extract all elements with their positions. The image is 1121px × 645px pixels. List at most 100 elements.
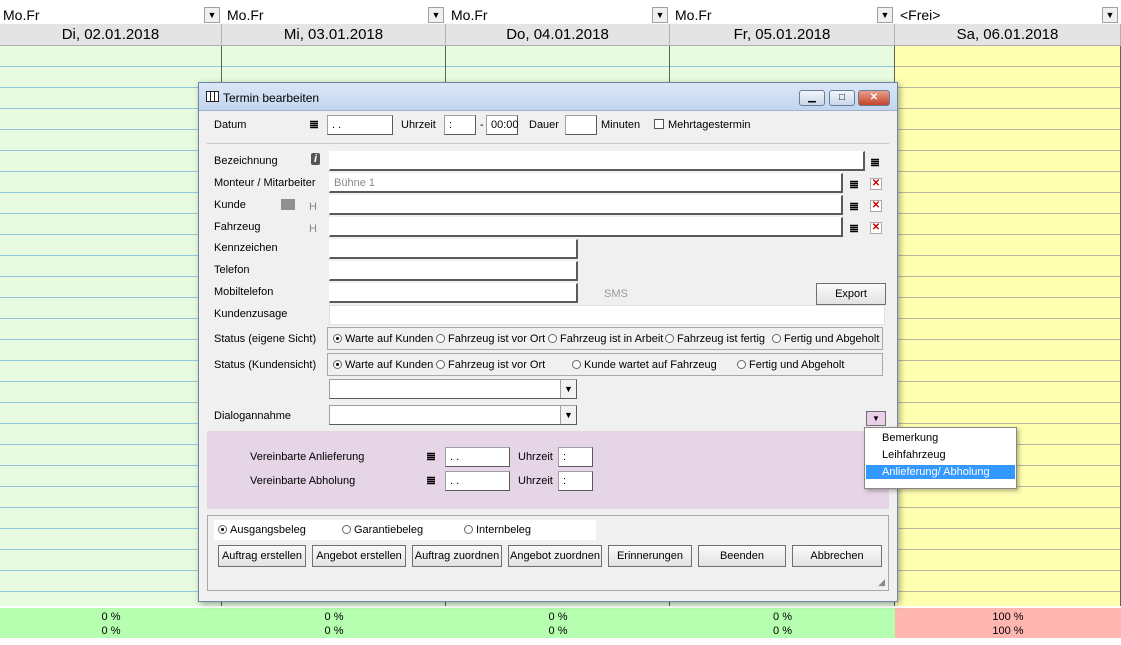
day-grid-5[interactable]	[895, 46, 1121, 606]
day-select-5[interactable]: <Frei> ▼	[897, 5, 1119, 23]
chevron-down-icon[interactable]: ▼	[428, 7, 444, 23]
radio-k-warte[interactable]: Warte auf Kunden	[333, 359, 433, 371]
menu-item-leihfahrzeug[interactable]: Leihfahrzeug	[866, 448, 1015, 462]
radio-k-vor-ort[interactable]: Fahrzeug ist vor Ort	[436, 359, 545, 371]
radio-label: Ausgangsbeleg	[230, 524, 306, 536]
uhrzeit-dash: -	[480, 119, 484, 131]
kunde-label: Kunde	[214, 199, 246, 211]
status-eigen-group: Warte auf Kunden Fahrzeug ist vor Ort Fa…	[327, 327, 883, 350]
kunde-field[interactable]	[329, 195, 843, 215]
fahrzeug-field[interactable]	[329, 217, 843, 237]
radio-label: Fertig und Abgeholt	[784, 333, 880, 345]
radio-vor-ort[interactable]: Fahrzeug ist vor Ort	[436, 333, 545, 345]
kundenzusage-field[interactable]	[329, 305, 885, 325]
list-icon[interactable]: ≣	[849, 178, 859, 190]
fahrzeug-label: Fahrzeug	[214, 221, 261, 233]
export-button[interactable]: Export	[816, 283, 886, 305]
day-select-1[interactable]: Mo.Fr ▼	[0, 5, 221, 23]
list-icon[interactable]: ≣	[849, 200, 859, 212]
list-icon[interactable]: ≣	[870, 156, 880, 168]
section-menu-popup: Bemerkung Leihfahrzeug Anlieferung/ Abho…	[864, 427, 1017, 489]
maximize-button[interactable]: □	[829, 90, 855, 106]
menu-item-bemerkung[interactable]: Bemerkung	[866, 431, 1015, 445]
delete-icon[interactable]: ✕	[870, 178, 882, 190]
radio-k-wartet[interactable]: Kunde wartet auf Fahrzeug	[572, 359, 717, 371]
chevron-down-icon[interactable]: ▼	[560, 380, 576, 398]
radio-internbeleg[interactable]: Internbeleg	[464, 524, 531, 536]
list-icon[interactable]: ≣	[849, 222, 859, 234]
abholung-date[interactable]: . .	[445, 471, 510, 491]
datum-field[interactable]: . .	[327, 115, 393, 135]
monteur-label: Monteur / Mitarbeiter	[214, 177, 316, 189]
erinnerungen-button[interactable]: Erinnerungen	[608, 545, 692, 567]
resize-grip-icon[interactable]: ◢	[878, 577, 885, 588]
beenden-button[interactable]: Beenden	[698, 545, 786, 567]
day-select-1-value: Mo.Fr	[3, 7, 40, 23]
chevron-down-icon[interactable]: ▼	[204, 7, 220, 23]
abholung-time[interactable]: :	[558, 471, 593, 491]
chevron-down-icon[interactable]: ▼	[560, 406, 576, 424]
mehrtages-label: Mehrtagestermin	[668, 119, 751, 131]
delete-icon[interactable]: ✕	[870, 222, 882, 234]
day-select-4[interactable]: Mo.Fr ▼	[672, 5, 894, 23]
unlabeled-combo[interactable]: ▼	[329, 379, 577, 399]
minuten-label: Minuten	[601, 119, 641, 131]
radio-garantiebeleg[interactable]: Garantiebeleg	[342, 524, 423, 536]
day-select-2-value: Mo.Fr	[227, 7, 264, 23]
list-icon[interactable]: ≣	[309, 118, 319, 130]
dialogannahme-combo[interactable]: ▼	[329, 405, 577, 425]
kunde-h-marker: H	[309, 201, 317, 213]
abbrechen-button[interactable]: Abbrechen	[792, 545, 882, 567]
kunde-color-swatch[interactable]	[281, 199, 295, 210]
bezeichnung-label: Bezeichnung	[214, 155, 278, 167]
day-header-1: Di, 02.01.2018	[0, 24, 222, 46]
dauer-label: Dauer	[529, 119, 559, 131]
uhrzeit-end-field[interactable]: 00:00	[486, 115, 519, 135]
radio-in-arbeit[interactable]: Fahrzeug ist in Arbeit	[548, 333, 663, 345]
dialog-title: Termin bearbeiten	[223, 91, 320, 105]
radio-warte[interactable]: Warte auf Kunden	[333, 333, 433, 345]
status-kunde-group: Warte auf Kunden Fahrzeug ist vor Ort Ku…	[327, 353, 883, 376]
mobil-field[interactable]	[329, 283, 578, 303]
dauer-field[interactable]	[565, 115, 597, 135]
status-eigen-label: Status (eigene Sicht)	[214, 333, 317, 345]
anlieferung-time[interactable]: :	[558, 447, 593, 467]
list-icon[interactable]: ≣	[426, 474, 436, 486]
auftrag-erstellen-button[interactable]: Auftrag erstellen	[218, 545, 306, 567]
anlieferung-date[interactable]: . .	[445, 447, 510, 467]
monteur-field[interactable]: Bühne 1	[329, 173, 843, 193]
section-menu-button[interactable]: ▼	[866, 411, 886, 426]
angebot-erstellen-button[interactable]: Angebot erstellen	[312, 545, 406, 567]
separator	[207, 143, 889, 144]
telefon-field[interactable]	[329, 261, 578, 281]
angebot-zuordnen-button[interactable]: Angebot zuordnen	[508, 545, 602, 567]
auftrag-zuordnen-button[interactable]: Auftrag zuordnen	[412, 545, 502, 567]
radio-abgeholt[interactable]: Fertig und Abgeholt	[772, 333, 879, 345]
mehrtages-checkbox[interactable]: Mehrtagestermin	[654, 119, 751, 131]
datum-label: Datum	[214, 119, 247, 131]
checkbox-icon[interactable]	[654, 119, 664, 129]
anlieferung-section: Vereinbarte Anlieferung ≣ . . Uhrzeit : …	[207, 431, 889, 509]
list-icon[interactable]: ≣	[426, 450, 436, 462]
dialog-titlebar[interactable]: Termin bearbeiten ▁ □ ✕	[199, 83, 897, 111]
chevron-down-icon[interactable]: ▼	[1102, 7, 1118, 23]
day-select-3[interactable]: Mo.Fr ▼	[448, 5, 669, 23]
kennzeichen-field[interactable]	[329, 239, 578, 259]
radio-k-abgeholt[interactable]: Fertig und Abgeholt	[737, 359, 844, 371]
chevron-down-icon[interactable]: ▼	[877, 7, 893, 23]
close-button[interactable]: ✕	[858, 90, 890, 106]
menu-item-anlieferung[interactable]: Anlieferung/ Abholung	[866, 465, 1015, 479]
minimize-button[interactable]: ▁	[799, 90, 825, 106]
calendar-icon	[206, 91, 219, 102]
radio-fertig[interactable]: Fahrzeug ist fertig	[665, 333, 765, 345]
uhrzeit-start-field[interactable]: :	[444, 115, 476, 135]
delete-icon[interactable]: ✕	[870, 200, 882, 212]
radio-ausgangsbeleg[interactable]: Ausgangsbeleg	[218, 524, 306, 536]
chevron-down-icon[interactable]: ▼	[652, 7, 668, 23]
bezeichnung-field[interactable]	[329, 151, 865, 171]
sms-label[interactable]: SMS	[604, 288, 628, 300]
info-icon[interactable]: i	[311, 153, 321, 165]
day-grid-1[interactable]	[0, 46, 222, 606]
day-select-2[interactable]: Mo.Fr ▼	[224, 5, 445, 23]
fahrzeug-h-marker: H	[309, 223, 317, 235]
